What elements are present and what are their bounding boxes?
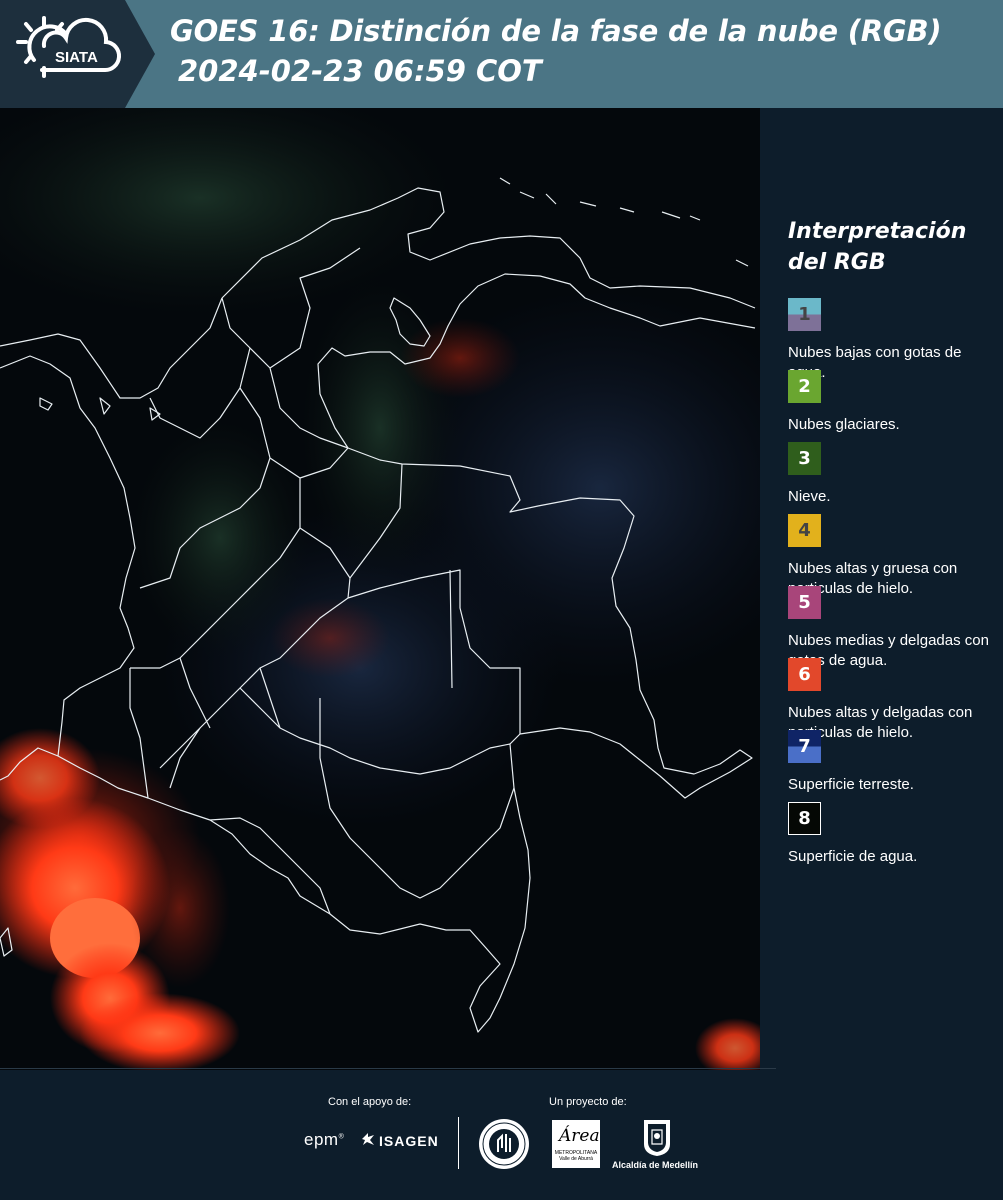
page-timestamp: 2024-02-23 06:59 COT (178, 54, 542, 88)
alcaldia-label: Alcaldía de Medellín (612, 1160, 699, 1170)
legend-panel: Interpretación del RGB 1 Nubes bajas con… (788, 216, 993, 874)
legend-swatch-1: 1 (788, 298, 821, 331)
legend-swatch-4: 4 (788, 514, 821, 547)
legend-label-7: Superficie terreste. (788, 776, 914, 793)
siata-logo-text: SIATA (55, 49, 98, 66)
legend-swatch-3: 3 (788, 442, 821, 475)
page-title: GOES 16: Distinción de la fase de la nub… (170, 14, 942, 48)
isagen-logo: ISAGEN (360, 1132, 439, 1149)
satellite-map (0, 108, 760, 1070)
legend-swatch-5: 5 (788, 586, 821, 619)
isagen-mark-icon (360, 1132, 376, 1149)
legend-title-line2: del RGB (788, 250, 886, 275)
header-bar: SIATA GOES 16: Distinción de la fase de … (0, 0, 1003, 108)
epm-logo: epm® (304, 1130, 345, 1149)
legend-item-3: 3 Nieve. (788, 442, 993, 514)
legend-label-3: Nieve. (788, 488, 831, 505)
university-seal-icon (479, 1119, 529, 1169)
legend-swatch-2: 2 (788, 370, 821, 403)
legend-item-6: 6 Nubes altas y delgadas con particulas … (788, 658, 993, 741)
project-label: Un proyecto de: (549, 1096, 627, 1108)
legend-item-7: 7 Superficie terreste. (788, 730, 993, 802)
footer-separator (458, 1117, 459, 1169)
footer-divider (0, 1068, 776, 1069)
siata-logo: SIATA (0, 0, 155, 108)
legend-label-8: Superficie de agua. (788, 848, 918, 865)
legend-item-8: 8 Superficie de agua. (788, 802, 993, 874)
legend-title: Interpretación del RGB (788, 216, 993, 278)
legend-label-2: Nubes glaciares. (788, 416, 900, 433)
legend-swatch-8: 8 (788, 802, 821, 835)
legend-item-1: 1 Nubes bajas con gotas de agua. (788, 298, 993, 381)
legend-item-4: 4 Nubes altas y gruesa con particulas de… (788, 514, 993, 597)
legend-title-line1: Interpretación (788, 219, 967, 244)
legend-item-5: 5 Nubes medias y delgadas con gotas de a… (788, 586, 993, 669)
legend-swatch-6: 6 (788, 658, 821, 691)
support-label: Con el apoyo de: (328, 1096, 412, 1108)
alcaldia-shield-icon (644, 1120, 670, 1156)
legend-item-2: 2 Nubes glaciares. (788, 370, 993, 442)
legend-swatch-7: 7 (788, 730, 821, 763)
area-metropolitana-logo: Área METROPOLITANA Valle de Aburrá (552, 1120, 600, 1168)
